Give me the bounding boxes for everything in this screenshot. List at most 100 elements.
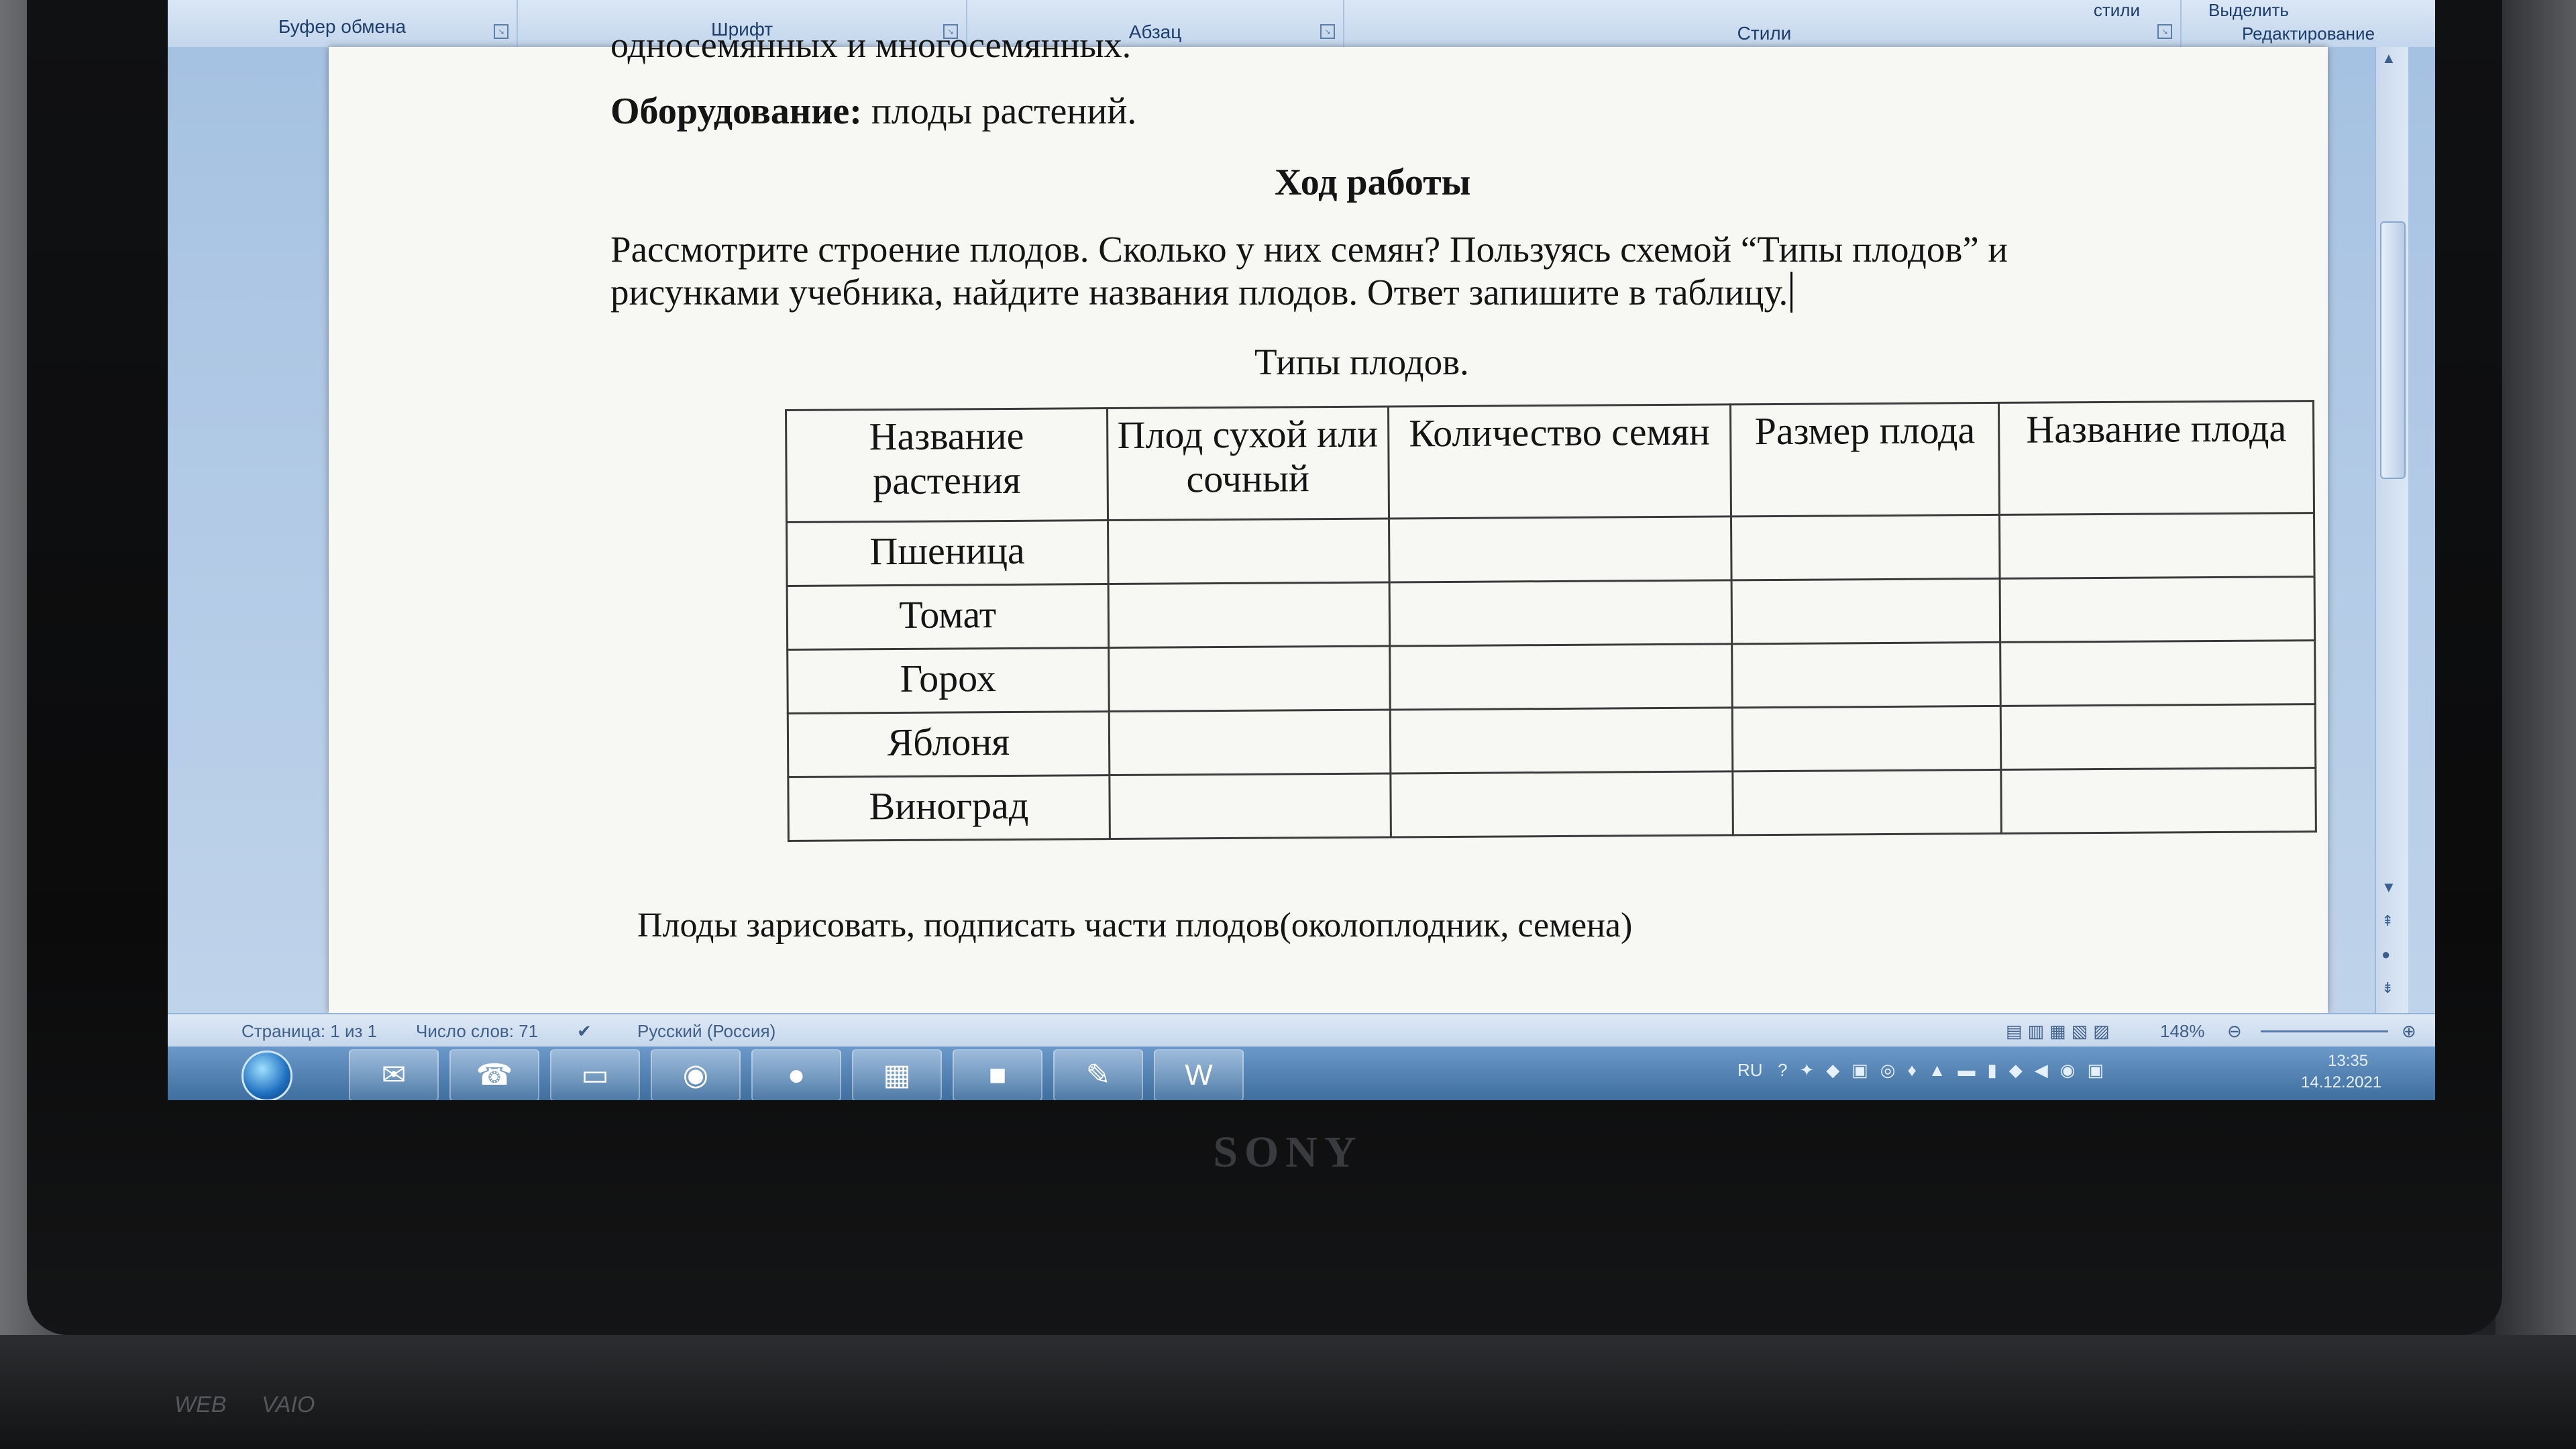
media-player-icon[interactable]: ◉ (651, 1049, 741, 1100)
control-panel-icon[interactable]: ▦ (852, 1049, 942, 1100)
table-header-row: Название растения Плод сухой или сочный … (786, 400, 2314, 523)
plant-name-cell[interactable]: Пшеница (786, 520, 1108, 586)
work-heading: Ход работы (1275, 162, 1471, 203)
viber-icon[interactable]: ☎ (449, 1049, 539, 1100)
table-cell[interactable] (2000, 576, 2315, 643)
background-wall-right (2496, 0, 2576, 1449)
table-cell[interactable] (1390, 771, 1733, 837)
zoom-app-icon[interactable]: ■ (953, 1049, 1042, 1100)
table-header-cell[interactable]: Количество семян (1388, 404, 1731, 519)
start-button[interactable] (241, 1051, 292, 1100)
equipment-line: Оборудование: плоды растений. (610, 90, 1136, 133)
spellcheck-icon[interactable]: ✔ (577, 1021, 592, 1042)
language-status[interactable]: Русский (Россия) (637, 1021, 775, 1042)
table-cell[interactable] (2000, 767, 2316, 834)
text-cursor (1790, 272, 1793, 313)
plant-name-cell[interactable]: Яблоня (788, 711, 1110, 777)
zoom-slider[interactable] (2261, 1030, 2388, 1032)
document-area: односемянных и многосемянных. Оборудован… (168, 25, 2435, 1013)
table-cell[interactable] (1108, 709, 1391, 775)
folder-icon[interactable]: ▭ (550, 1049, 640, 1100)
clock-time[interactable]: 13:35 (2328, 1052, 2368, 1071)
table-cell[interactable] (1389, 580, 1732, 647)
brand-logo: SONY (1213, 1128, 1363, 1177)
instruction-line-2-text: рисунками учебника, найдите названия пло… (610, 272, 1788, 313)
ribbon-group-label: Стили (1737, 23, 1792, 44)
change-styles-button[interactable]: стили (2094, 0, 2140, 21)
doc-top-cut-line: односемянных и многосемянных. (610, 25, 1132, 65)
scrollbar-thumb[interactable] (2380, 221, 2406, 479)
ribbon-group-editing: Выделить Редактирование (2182, 0, 2435, 47)
next-page-icon[interactable]: ⇟ (2381, 979, 2394, 997)
table-row: Горох (787, 640, 2316, 714)
ribbon-group-label: Редактирование (2241, 23, 2375, 44)
table-row: Яблоня (788, 704, 2316, 777)
table-cell[interactable] (1999, 513, 2315, 579)
keyboard-deck (0, 1335, 2576, 1449)
table-caption: Типы плодов. (1254, 341, 1469, 382)
table-cell[interactable] (1109, 773, 1391, 839)
word-count-status[interactable]: Число слов: 71 (416, 1021, 538, 1042)
input-language-indicator[interactable]: RU (1737, 1060, 1763, 1081)
equipment-label: Оборудование: (610, 91, 862, 132)
plant-name-cell[interactable]: Горох (787, 647, 1109, 714)
clock-date[interactable]: 14.12.2021 (2301, 1073, 2381, 1092)
vaio-button-label: VAIO (262, 1392, 315, 1417)
table-header-cell[interactable]: Размер плода (1730, 402, 2000, 517)
zoom-out-icon[interactable]: ⊖ (2227, 1021, 2242, 1042)
dialog-launcher-icon[interactable]: ↘ (1320, 24, 1335, 39)
table-cell[interactable] (1108, 646, 1390, 712)
table-row: Томат (787, 576, 2315, 650)
page-count-status[interactable]: Страница: 1 из 1 (241, 1021, 377, 1042)
dialog-launcher-icon[interactable]: ↘ (2157, 24, 2172, 39)
status-bar: Страница: 1 из 1 Число слов: 71 ✔ Русски… (168, 1013, 2435, 1048)
laptop-screen: Буфер обмена ↘ Шрифт ↘ Абзац ↘ Стили сти… (168, 0, 2435, 1100)
table-cell[interactable] (1108, 519, 1389, 584)
table-cell[interactable] (1733, 769, 2002, 835)
table-header-cell[interactable]: Название растения (786, 408, 1108, 523)
table-cell[interactable] (1731, 642, 2001, 708)
mail-app-icon[interactable]: ✉ (349, 1049, 439, 1100)
table-row: Виноград (788, 767, 2316, 841)
ribbon-group-styles: Стили стили ↘ (1348, 0, 2182, 47)
select-button[interactable]: Выделить (2208, 0, 2289, 21)
table-cell[interactable] (1731, 578, 2000, 644)
dialog-launcher-icon[interactable]: ↘ (494, 24, 508, 39)
fruit-types-table[interactable]: Название растения Плод сухой или сочный … (785, 400, 2317, 842)
tray-icons[interactable]: ?✦◆▣◎♦▲▬▮◆◀◉▣ (1778, 1060, 2116, 1081)
view-buttons[interactable]: ▤▥▦▧▨ (2006, 1021, 2115, 1042)
ribbon-group-label: Буфер обмена (278, 16, 407, 37)
table-cell[interactable] (1731, 515, 2000, 580)
footer-instruction: Плоды зарисовать, подписать части плодов… (637, 906, 1633, 945)
plant-name-cell[interactable]: Томат (787, 584, 1109, 650)
table-cell[interactable] (1389, 643, 1733, 710)
photo-scene: Буфер обмена ↘ Шрифт ↘ Абзац ↘ Стили сти… (0, 0, 2576, 1449)
table-cell[interactable] (2000, 640, 2316, 706)
zoom-level[interactable]: 148% (2160, 1021, 2205, 1042)
table-cell[interactable] (2000, 704, 2316, 770)
vertical-scrollbar[interactable]: ▲ ▼ ⇞ ● ⇟ (2375, 47, 2408, 1013)
scroll-down-icon[interactable]: ▼ (2381, 879, 2396, 896)
ribbon-group-clipboard: Буфер обмена ↘ (168, 0, 518, 47)
paint-icon[interactable]: ✎ (1053, 1049, 1143, 1100)
table-header-cell[interactable]: Название плода (1998, 400, 2314, 515)
ribbon-group-bar: Буфер обмена ↘ Шрифт ↘ Абзац ↘ Стили сти… (168, 0, 2435, 48)
web-button-label: WEB (174, 1392, 227, 1417)
table-cell[interactable] (1732, 706, 2001, 771)
prev-page-icon[interactable]: ⇞ (2381, 912, 2394, 930)
table-cell[interactable] (1389, 707, 1733, 773)
table-header-cell[interactable]: Плод сухой или сочный (1107, 407, 1389, 521)
browse-object-icon[interactable]: ● (2381, 946, 2390, 963)
word-icon[interactable]: W (1154, 1049, 1244, 1100)
instruction-line-2: рисунками учебника, найдите названия пло… (610, 271, 1793, 313)
document-page[interactable]: односемянных и многосемянных. Оборудован… (329, 25, 2328, 1013)
table-row: Пшеница (786, 513, 2315, 586)
plant-name-cell[interactable]: Виноград (788, 775, 1110, 841)
scroll-up-icon[interactable]: ▲ (2381, 50, 2396, 67)
windows-taskbar: ✉ ☎ ▭ ◉ ● ▦ ■ ✎ W RU ?✦◆▣◎♦▲▬▮◆◀◉▣ 13:35… (168, 1046, 2435, 1100)
equipment-text: плоды растений. (871, 91, 1137, 132)
table-cell[interactable] (1108, 582, 1390, 648)
zoom-in-icon[interactable]: ⊕ (2402, 1021, 2416, 1042)
firefox-icon[interactable]: ● (751, 1049, 841, 1100)
table-cell[interactable] (1389, 516, 1732, 583)
